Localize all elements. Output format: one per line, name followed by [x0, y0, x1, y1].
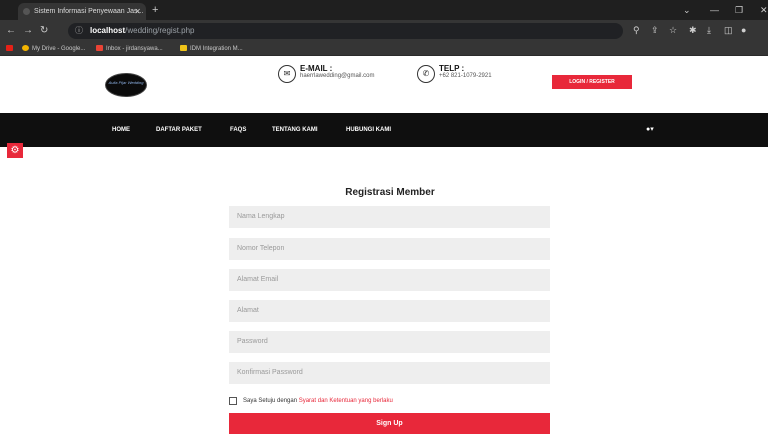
site-logo[interactable]: Aulia Pijar Wedding — [105, 73, 147, 97]
main-nav: HOME DAFTAR PAKET FAQS TENTANG KAMI HUBU… — [0, 113, 768, 147]
password-field[interactable]: Password — [229, 331, 550, 353]
nav-home[interactable]: HOME — [112, 113, 130, 147]
terms-checkbox[interactable] — [229, 397, 237, 405]
tab-search-icon[interactable]: ⌄ — [683, 4, 691, 16]
settings-gear-icon[interactable]: ⚙ — [7, 143, 23, 158]
email-field[interactable]: Alamat Email — [229, 269, 550, 291]
terms-link[interactable]: Syarat dan Ketentuan yang berlaku — [299, 398, 393, 404]
envelope-icon: ✉ — [278, 65, 296, 83]
bookmark-gmail[interactable]: Inbox - jirdansyawa... — [96, 44, 163, 54]
email-title: E-MAIL : — [300, 64, 333, 73]
phone-icon: ✆ — [417, 65, 435, 83]
nav-hubungi-kami[interactable]: HUBUNGI KAMI — [346, 113, 391, 147]
youtube-icon[interactable] — [6, 44, 16, 54]
bookmarks-bar: My Drive - Google... Inbox - jirdansyawa… — [0, 42, 768, 56]
bookmark-star-icon[interactable]: ☆ — [669, 24, 677, 37]
reload-icon[interactable]: ↻ — [40, 24, 48, 37]
phone-title: TELP : — [439, 64, 465, 73]
bookmark-drive[interactable]: My Drive - Google... — [22, 44, 85, 54]
user-dropdown-icon[interactable]: ●▾ — [646, 125, 654, 134]
phone-number-field[interactable]: Nomor Telepon — [229, 238, 550, 260]
nav-tentang-kami[interactable]: TENTANG KAMI — [272, 113, 318, 147]
browser-toolbar: ← → ↻ ⓘ localhost/wedding/regist.php ⚲ ⇪… — [0, 20, 768, 42]
nav-daftar-paket[interactable]: DAFTAR PAKET — [156, 113, 202, 147]
phone-value: +62 821-1079-2921 — [439, 73, 492, 79]
tab-favicon-icon — [23, 8, 30, 15]
download-icon[interactable]: ⤓ — [707, 24, 711, 37]
nav-faqs[interactable]: FAQS — [230, 113, 246, 147]
forward-icon[interactable]: → — [23, 24, 33, 37]
browser-tab[interactable]: Sistem Informasi Penyewaan Jas... ✕ — [18, 3, 146, 20]
profile-avatar-icon[interactable]: ● — [741, 24, 746, 37]
url-path: /wedding/regist.php — [125, 26, 195, 35]
back-icon[interactable]: ← — [6, 24, 16, 37]
bookmark-label: My Drive - Google... — [32, 46, 86, 52]
zoom-icon[interactable]: ⚲ — [633, 24, 640, 37]
site-info-icon[interactable]: ⓘ — [75, 23, 83, 39]
site-header: Aulia Pijar Wedding ✉ E-MAIL : haerrlawe… — [0, 56, 768, 113]
email-value: haerrlawedding@gmail.com — [300, 73, 375, 79]
bookmark-idm[interactable]: IDM Integration M... — [180, 44, 243, 54]
browser-tab-bar: Sistem Informasi Penyewaan Jas... ✕ + ⌄ … — [0, 0, 768, 20]
login-register-button[interactable]: LOGIN / REGISTER — [552, 75, 632, 89]
sidebar-icon[interactable]: ◫ — [724, 24, 733, 37]
new-tab-icon[interactable]: + — [152, 3, 158, 17]
tab-title: Sistem Informasi Penyewaan Jas... — [34, 8, 144, 15]
extensions-icon[interactable]: ✱ — [689, 24, 697, 37]
confirm-password-field[interactable]: Konfirmasi Password — [229, 362, 550, 384]
maximize-icon[interactable]: ❐ — [735, 4, 743, 16]
logo-text: Aulia Pijar Wedding — [108, 80, 144, 85]
address-bar[interactable]: ⓘ localhost/wedding/regist.php — [68, 23, 623, 39]
terms-text: Saya Setuju dengan — [243, 398, 299, 404]
bookmark-label: IDM Integration M... — [190, 46, 243, 52]
minimize-icon[interactable]: — — [710, 4, 719, 16]
share-icon[interactable]: ⇪ — [651, 24, 659, 37]
form-title: Registrasi Member — [345, 187, 435, 198]
full-name-field[interactable]: Nama Lengkap — [229, 206, 550, 228]
bookmark-label: Inbox - jirdansyawa... — [106, 46, 163, 52]
sign-up-button[interactable]: Sign Up — [229, 413, 550, 434]
close-window-icon[interactable]: ✕ — [760, 4, 768, 16]
address-field[interactable]: Alamat — [229, 300, 550, 322]
url-host: localhost — [90, 26, 126, 35]
tab-close-icon[interactable]: ✕ — [134, 3, 141, 20]
